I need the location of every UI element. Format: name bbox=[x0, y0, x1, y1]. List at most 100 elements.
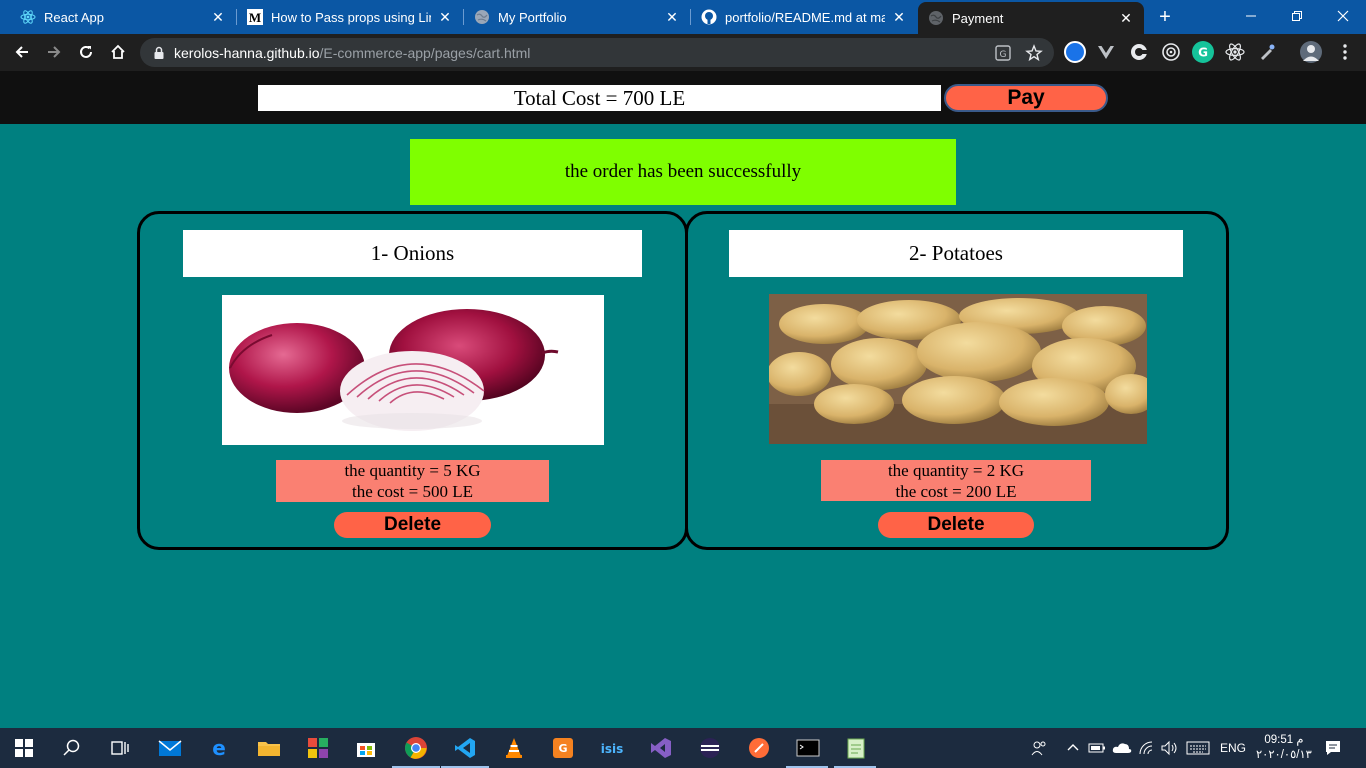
url-host: kerolos-hanna.github.io bbox=[174, 44, 320, 61]
svg-text:G: G bbox=[1198, 46, 1208, 60]
new-tab-plus-icon[interactable]: + bbox=[1154, 6, 1176, 28]
tab-title: My Portfolio bbox=[498, 9, 567, 25]
extension-eyedropper-icon[interactable] bbox=[1256, 41, 1278, 63]
svg-text:G: G bbox=[558, 742, 567, 755]
svg-text:M: M bbox=[249, 10, 261, 25]
delete-button[interactable]: Delete bbox=[878, 512, 1034, 538]
home-icon[interactable] bbox=[104, 38, 132, 66]
people-icon[interactable] bbox=[1030, 728, 1048, 768]
extension-target-icon[interactable] bbox=[1160, 41, 1182, 63]
product-details: the quantity = 5 KG the cost = 500 LE bbox=[276, 460, 549, 502]
profile-avatar[interactable] bbox=[1300, 41, 1322, 63]
wifi-icon[interactable] bbox=[1138, 728, 1156, 768]
extension-accessibility-icon[interactable] bbox=[1064, 41, 1086, 63]
visual-studio-icon[interactable] bbox=[647, 734, 675, 762]
terminal-icon[interactable] bbox=[794, 734, 822, 762]
windows-start-icon[interactable] bbox=[10, 734, 38, 762]
onions-image bbox=[222, 295, 604, 445]
mail-icon[interactable] bbox=[156, 734, 184, 762]
edge-icon[interactable]: e bbox=[205, 734, 233, 762]
task-view-icon[interactable] bbox=[106, 734, 134, 762]
search-icon[interactable] bbox=[58, 734, 86, 762]
back-arrow-icon[interactable] bbox=[8, 38, 36, 66]
github-icon bbox=[701, 9, 717, 25]
extension-c-icon[interactable] bbox=[1128, 41, 1150, 63]
globe-icon bbox=[928, 10, 944, 26]
tray-chevron-up-icon[interactable] bbox=[1066, 728, 1080, 768]
file-explorer-icon[interactable] bbox=[255, 734, 283, 762]
tab-medium-article[interactable]: M How to Pass props using Link a ✕ bbox=[237, 0, 463, 34]
postman-icon[interactable] bbox=[745, 734, 773, 762]
pay-button[interactable]: Pay bbox=[944, 84, 1108, 112]
product-details: the quantity = 2 KG the cost = 200 LE bbox=[821, 460, 1091, 501]
browser-tab-strip: React App ✕ M How to Pass props using Li… bbox=[0, 0, 1366, 34]
address-bar[interactable]: kerolos-hanna.github.io/E-commerce-app/p… bbox=[140, 38, 1054, 67]
office-icon[interactable] bbox=[304, 734, 332, 762]
reload-icon[interactable] bbox=[72, 38, 100, 66]
medium-icon: M bbox=[247, 9, 263, 25]
chrome-icon[interactable] bbox=[402, 734, 430, 762]
svg-text:isis: isis bbox=[601, 742, 624, 756]
tab-title: Payment bbox=[952, 10, 1004, 26]
eclipse-icon[interactable] bbox=[696, 734, 724, 762]
vscode-icon[interactable] bbox=[451, 734, 479, 762]
keyboard-icon[interactable] bbox=[1186, 728, 1210, 768]
restore-icon[interactable] bbox=[1274, 0, 1320, 32]
tab-title: React App bbox=[44, 9, 104, 25]
product-title: 2- Potatoes bbox=[729, 230, 1183, 277]
product-card: 1- Onions the quantity = 5 KG the cost = bbox=[137, 211, 688, 550]
svg-text:G: G bbox=[1000, 50, 1007, 60]
volume-icon[interactable] bbox=[1160, 728, 1180, 768]
forward-arrow-icon[interactable] bbox=[40, 38, 68, 66]
cart-header: Total Cost = 700 LE Pay bbox=[0, 71, 1366, 124]
close-icon[interactable]: ✕ bbox=[1118, 10, 1134, 26]
product-cost: the cost = 500 LE bbox=[351, 482, 473, 501]
tab-title: portfolio/README.md at maste bbox=[725, 9, 885, 25]
tab-react-app[interactable]: React App ✕ bbox=[10, 0, 236, 34]
input-language[interactable]: ENG bbox=[1220, 728, 1246, 768]
bookmark-star-icon[interactable] bbox=[1025, 44, 1043, 62]
extension-react-devtools-icon[interactable] bbox=[1224, 41, 1246, 63]
battery-icon[interactable] bbox=[1088, 728, 1106, 768]
tab-my-portfolio[interactable]: My Portfolio ✕ bbox=[464, 0, 690, 34]
notifications-icon[interactable] bbox=[1324, 728, 1342, 768]
tab-payment[interactable]: Payment ✕ bbox=[918, 2, 1144, 34]
window-close-icon[interactable] bbox=[1320, 0, 1366, 32]
menu-kebab-icon[interactable] bbox=[1334, 41, 1356, 63]
clock-time: 09:51 م bbox=[1264, 734, 1304, 746]
clock-date: ٢٠٢٠/٠٥/١٣ bbox=[1256, 749, 1312, 761]
tab-title: How to Pass props using Link a bbox=[271, 9, 431, 25]
svg-text:e: e bbox=[212, 737, 226, 759]
globe-icon bbox=[474, 9, 490, 25]
lock-icon bbox=[154, 46, 164, 59]
pdf-app-icon[interactable]: G bbox=[549, 734, 577, 762]
close-icon[interactable]: ✕ bbox=[664, 9, 680, 25]
notepad-icon[interactable] bbox=[842, 734, 870, 762]
product-quantity: the quantity = 2 KG bbox=[887, 461, 1025, 480]
delete-button[interactable]: Delete bbox=[334, 512, 491, 538]
product-cost: the cost = 200 LE bbox=[895, 482, 1017, 501]
product-title: 1- Onions bbox=[183, 230, 642, 277]
minimize-icon[interactable] bbox=[1228, 0, 1274, 32]
clock[interactable]: 09:51 م ٢٠٢٠/٠٥/١٣ bbox=[1256, 728, 1312, 768]
react-icon bbox=[20, 9, 36, 25]
total-cost-display: Total Cost = 700 LE bbox=[258, 85, 941, 111]
vlc-icon[interactable] bbox=[500, 734, 528, 762]
extension-vue-icon[interactable] bbox=[1095, 41, 1117, 63]
isis-icon[interactable]: isis bbox=[598, 734, 626, 762]
browser-toolbar: kerolos-hanna.github.io/E-commerce-app/p… bbox=[0, 34, 1366, 71]
tab-github-readme[interactable]: portfolio/README.md at maste ✕ bbox=[691, 0, 917, 34]
close-icon[interactable]: ✕ bbox=[437, 9, 453, 25]
potatoes-image bbox=[769, 294, 1147, 444]
close-icon[interactable]: ✕ bbox=[891, 9, 907, 25]
onedrive-cloud-icon[interactable] bbox=[1112, 728, 1132, 768]
extension-grammarly-icon[interactable]: G bbox=[1192, 41, 1214, 63]
windows-taskbar: e G isis ENG 09:51 م ٢٠٢٠/٠٥/١٣ bbox=[0, 728, 1366, 768]
url-path: /E-commerce-app/pages/cart.html bbox=[319, 44, 531, 61]
translate-icon[interactable]: G bbox=[994, 44, 1012, 62]
close-icon[interactable]: ✕ bbox=[210, 9, 226, 25]
product-card: 2- Potatoes the quantity = 2 KG the cost… bbox=[685, 211, 1229, 550]
product-quantity: the quantity = 5 KG bbox=[344, 461, 481, 480]
store-icon[interactable] bbox=[352, 734, 380, 762]
order-success-message: the order has been successfully bbox=[410, 139, 956, 205]
